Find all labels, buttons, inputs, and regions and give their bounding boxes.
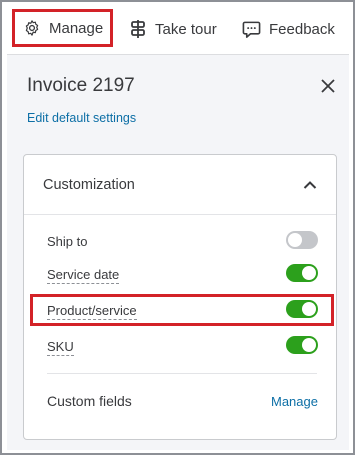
feedback-button[interactable]: Feedback xyxy=(242,10,335,48)
option-row-service-date: Service date xyxy=(24,260,336,288)
app-frame: Manage Take tour Feedback Invoice 2197 E… xyxy=(0,0,355,455)
toggle-knob xyxy=(302,338,316,352)
close-icon[interactable] xyxy=(320,78,336,94)
custom-fields-label: Custom fields xyxy=(47,393,132,409)
take-tour-button[interactable]: Take tour xyxy=(129,10,217,48)
chevron-up-icon[interactable] xyxy=(303,180,317,190)
manage-button[interactable]: Manage xyxy=(12,9,113,47)
toggle-knob xyxy=(302,266,316,280)
option-row-sku: SKU xyxy=(24,332,336,360)
service-date-toggle[interactable] xyxy=(286,264,318,282)
speech-bubble-icon xyxy=(242,21,261,38)
top-toolbar: Manage Take tour Feedback xyxy=(2,2,353,54)
ship-to-toggle[interactable] xyxy=(286,231,318,249)
take-tour-label: Take tour xyxy=(155,20,217,38)
product-service-highlight-box xyxy=(30,294,334,326)
section-divider xyxy=(47,373,317,374)
customization-title: Customization xyxy=(43,177,135,193)
settings-panel: Invoice 2197 Edit default settings Custo… xyxy=(7,54,349,450)
sku-label: SKU xyxy=(47,339,74,356)
customization-header[interactable]: Customization xyxy=(24,155,336,215)
gear-icon xyxy=(25,20,39,36)
service-date-label: Service date xyxy=(47,267,120,284)
ship-to-label: Ship to xyxy=(47,234,88,249)
toggle-knob xyxy=(288,233,302,247)
feedback-label: Feedback xyxy=(269,20,335,38)
signpost-icon xyxy=(131,20,145,38)
manage-custom-fields-link[interactable]: Manage xyxy=(271,394,318,409)
sku-toggle[interactable] xyxy=(286,336,318,354)
panel-title: Invoice 2197 xyxy=(27,75,135,96)
manage-label: Manage xyxy=(49,19,104,37)
edit-default-settings-link[interactable]: Edit default settings xyxy=(27,111,136,125)
option-row-ship-to: Ship to xyxy=(24,227,336,255)
